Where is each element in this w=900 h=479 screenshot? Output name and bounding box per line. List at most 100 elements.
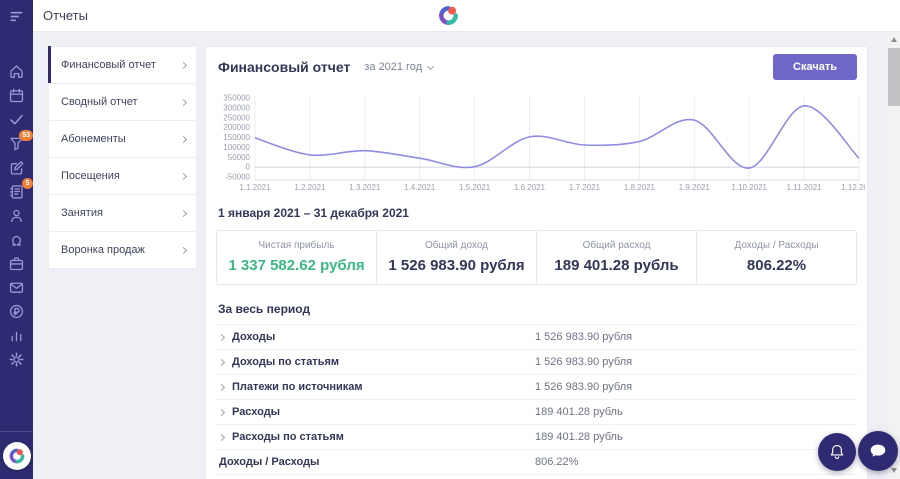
sidebar-brand[interactable]	[0, 431, 33, 479]
svg-text:1.9.2021: 1.9.2021	[679, 183, 711, 192]
notifications-button[interactable]	[818, 433, 856, 471]
row-label: Доходы / Расходы	[219, 456, 320, 468]
gear-icon[interactable]	[8, 351, 25, 368]
svg-text:1.6.2021: 1.6.2021	[514, 183, 546, 192]
report-card: Финансовый отчет за 2021 год Скачать 350…	[205, 46, 877, 479]
table-row[interactable]: Доходы 1 526 983.90 рубля	[216, 325, 857, 350]
summary-cell: Доходы / Расходы 806.22%	[696, 231, 856, 284]
journal-icon[interactable]: 5	[8, 178, 33, 200]
report-menu-item[interactable]: Абонементы	[49, 121, 196, 158]
ruble-icon[interactable]	[8, 303, 25, 320]
chevron-right-icon	[179, 172, 188, 180]
briefcase-icon[interactable]	[8, 255, 25, 272]
chevron-down-icon	[427, 62, 435, 70]
svg-text:1.11.2021: 1.11.2021	[787, 183, 823, 192]
period-selector-label: за 2021 год	[364, 61, 423, 73]
row-value: 189 401.28 рубль	[535, 406, 623, 418]
chevron-right-icon	[217, 358, 226, 366]
row-value: 1 526 983.90 рубля	[535, 331, 633, 343]
report-menu-item-label: Посещения	[61, 170, 120, 182]
chevron-right-icon	[179, 246, 188, 254]
menu-icon[interactable]	[8, 8, 25, 25]
person-icon[interactable]	[8, 207, 25, 224]
section-title: За весь период	[218, 302, 311, 316]
summary-cards: Чистая прибыль 1 337 582.62 рубля Общий до…	[216, 230, 857, 285]
svg-text:50000: 50000	[228, 153, 251, 162]
report-menu-item-label: Абонементы	[61, 133, 126, 145]
svg-text:1.5.2021: 1.5.2021	[459, 183, 491, 192]
chat-bubble-icon	[870, 444, 886, 457]
report-menu-item[interactable]: Финансовый отчет	[48, 46, 196, 84]
table-row[interactable]: Расходы по статьям 189 401.28 рубль	[216, 425, 857, 450]
report-menu-item[interactable]: Посещения	[49, 158, 196, 195]
vertical-scrollbar[interactable]	[888, 32, 900, 479]
svg-text:1.12.2021: 1.12.2021	[841, 183, 865, 192]
summary-cell: Общий расход 189 401.28 рубль	[536, 231, 696, 284]
envelope-icon[interactable]	[8, 279, 25, 296]
report-menu-item-label: Финансовый отчет	[61, 59, 156, 71]
chat-button[interactable]	[858, 431, 898, 471]
svg-text:1.4.2021: 1.4.2021	[404, 183, 436, 192]
svg-text:1.1.2021: 1.1.2021	[239, 183, 271, 192]
table-row: Остаток1 337 582.62 рубля	[216, 475, 857, 479]
row-label: Платежи по источникам	[232, 381, 363, 393]
omega-icon[interactable]	[8, 231, 25, 248]
notification-badge: 53	[19, 130, 33, 141]
row-label: Расходы	[232, 406, 281, 418]
scroll-up-arrow-icon[interactable]	[891, 37, 897, 42]
report-menu-item[interactable]: Занятия	[49, 195, 196, 232]
chevron-right-icon	[217, 383, 226, 391]
row-value: 806.22%	[535, 456, 579, 468]
download-button[interactable]: Скачать	[773, 54, 857, 80]
svg-text:150000: 150000	[223, 133, 250, 142]
svg-text:1.2.2021: 1.2.2021	[294, 183, 326, 192]
svg-text:1.7.2021: 1.7.2021	[569, 183, 601, 192]
svg-text:350000: 350000	[223, 94, 250, 103]
table-row[interactable]: Платежи по источникам 1 526 983.90 рубля	[216, 375, 857, 400]
row-value: 1 526 983.90 рубля	[535, 381, 633, 393]
report-menu-item-label: Занятия	[61, 207, 103, 219]
notification-badge: 5	[22, 178, 33, 189]
summary-cell: Общий доход 1 526 983.90 рубля	[376, 231, 536, 284]
report-menu-item[interactable]: Сводный отчет	[49, 84, 196, 121]
chevron-right-icon	[217, 433, 226, 441]
svg-text:1.8.2021: 1.8.2021	[624, 183, 656, 192]
chevron-right-icon	[179, 61, 188, 69]
bell-icon	[830, 444, 844, 460]
scroll-down-arrow-icon[interactable]	[891, 468, 897, 473]
calendar-icon[interactable]	[8, 87, 25, 104]
summary-label: Доходы / Расходы	[734, 240, 819, 251]
chevron-right-icon	[179, 209, 188, 217]
table-row[interactable]: Расходы 189 401.28 рубль	[216, 400, 857, 425]
report-menu-item-label: Сводный отчет	[61, 96, 138, 108]
summary-label: Чистая прибыль	[258, 240, 335, 251]
summary-value: 1 526 983.90 рубля	[388, 257, 525, 274]
home-icon[interactable]	[8, 63, 25, 80]
svg-text:100000: 100000	[223, 143, 250, 152]
summary-value: 806.22%	[746, 257, 807, 274]
check-icon[interactable]	[8, 111, 25, 128]
svg-text:300000: 300000	[223, 103, 250, 112]
report-menu-item[interactable]: Воронка продаж	[49, 232, 196, 269]
content-area: Финансовый отчет Сводный отчет Абонементы П…	[33, 33, 900, 479]
scrollbar-thumb[interactable]	[888, 48, 900, 106]
summary-value: 1 337 582.62 рубля	[228, 257, 365, 274]
funnel-icon[interactable]: 53	[8, 130, 33, 152]
report-header: Финансовый отчет за 2021 год Скачать	[206, 47, 867, 87]
report-title: Финансовый отчет	[218, 59, 351, 75]
sidebar: 53 5	[0, 0, 33, 479]
table-row: Доходы / Расходы 806.22%	[216, 450, 857, 475]
financial-chart: 350000 300000 250000 200000 150000 100000 5000…	[210, 93, 877, 193]
report-table: Доходы 1 526 983.90 рубля Доходы по статья…	[216, 324, 857, 479]
edit-icon[interactable]	[8, 159, 25, 176]
brand-logo-icon	[2, 441, 31, 470]
topbar: Отчеты	[33, 0, 900, 32]
summary-cell: Чистая прибыль 1 337 582.62 рубля	[217, 231, 376, 284]
table-row[interactable]: Доходы по статьям 1 526 983.90 рубля	[216, 350, 857, 375]
chevron-right-icon	[179, 135, 188, 143]
summary-value: 189 401.28 рубль	[554, 257, 679, 274]
period-selector[interactable]: за 2021 год	[364, 61, 435, 73]
bar-chart-icon[interactable]	[8, 327, 25, 344]
svg-text:0: 0	[246, 163, 251, 172]
svg-text:1.3.2021: 1.3.2021	[349, 183, 381, 192]
